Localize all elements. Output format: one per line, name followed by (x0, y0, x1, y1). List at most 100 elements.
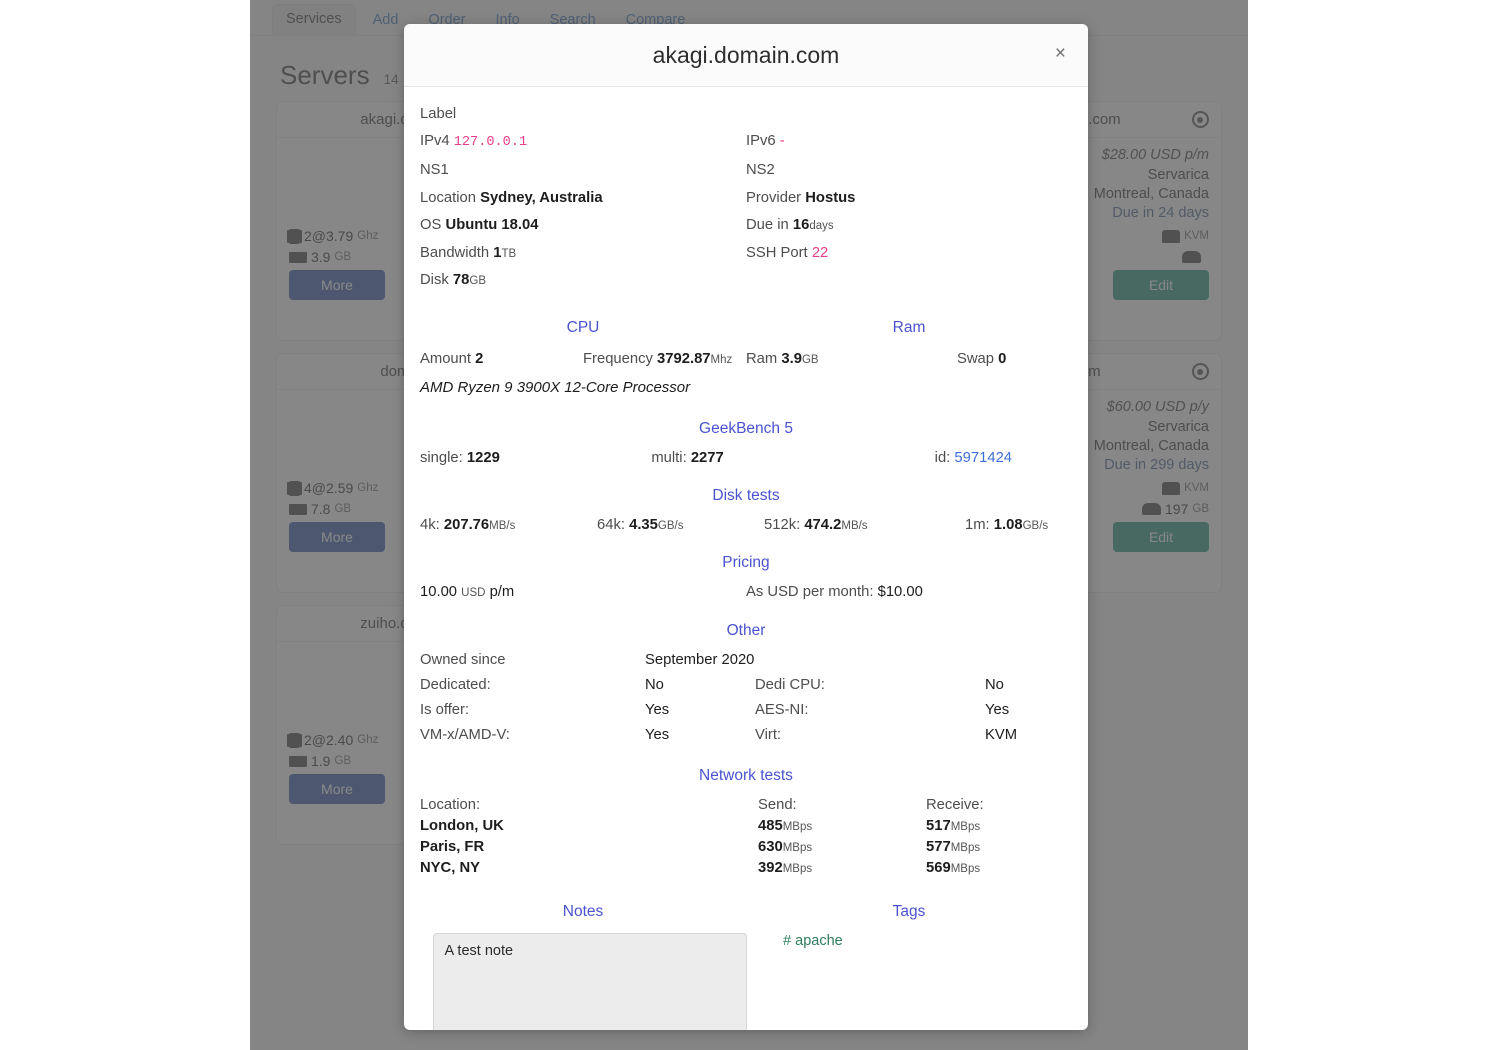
owned-since-label: Owned since (420, 651, 506, 668)
ns2-label: NS2 (746, 162, 775, 179)
pricing-usd-value: $10.00 (877, 583, 923, 600)
ram-size-label: Ram (746, 350, 778, 367)
tags-heading: Tags (892, 902, 926, 920)
network-location: London, UK (420, 817, 504, 834)
disk-test-64k: 64k: 4.35GB/s (583, 517, 746, 533)
vmx-row: VM-x/AMD-V: Yes Virt: KVM (420, 727, 1072, 743)
disk-test-512k: 512k: 474.2MB/s (746, 517, 909, 533)
notes-heading: Notes (562, 902, 604, 920)
geekbench-multi-label: multi: (651, 449, 687, 466)
ip-row: IPv4 127.0.0.1 IPv6 - (420, 132, 1072, 161)
other-heading: Other (726, 621, 766, 639)
swap-label: Swap (957, 350, 995, 367)
vmx-label: VM-x/AMD-V: (420, 726, 510, 743)
notes-textarea[interactable] (432, 932, 747, 1030)
dedi-cpu-value: No (985, 676, 1004, 693)
virt-label: Virt: (755, 726, 782, 743)
bandwidth-field: Bandwidth 1TB (420, 244, 746, 262)
pricing-usd-field: As USD per month: $10.00 (746, 584, 1072, 600)
is-offer-label: Is offer: (420, 701, 470, 718)
label-field: Label (420, 106, 457, 122)
is-offer-row: Is offer: Yes AES-NI: Yes (420, 702, 1072, 718)
disk-test-1m-unit: GB/s (1022, 519, 1049, 532)
network-col-receive: Receive: (926, 796, 984, 813)
disk-test-4k: 4k: 207.76MB/s (420, 517, 583, 533)
disk-test-1m: 1m: 1.08GB/s (909, 517, 1072, 533)
disk-test-512k-value: 474.2 (804, 516, 842, 533)
modal-body: Label IPv4 127.0.0.1 IPv6 - NS1 NS2 Loca… (404, 87, 1088, 1030)
pricing-currency: USD (461, 586, 486, 599)
pricing-native-field: 10.00 USD p/m (420, 584, 746, 600)
tag-item[interactable]: # apache (759, 933, 1072, 949)
network-tests-rows: London, UK 485MBps 517MBps Paris, FR 630MBps… (420, 818, 1072, 881)
geekbench-id-field: id: 5971424 (855, 450, 1072, 466)
os-due-row: OS Ubuntu 18.04 Due in 16days (420, 216, 1072, 243)
dedicated-row: Dedicated: No Dedi CPU: No (420, 677, 1072, 693)
disk-unit: GB (469, 275, 486, 288)
network-receive: 517MBps (926, 817, 981, 834)
modal-title: akagi.domain.com (652, 42, 840, 68)
network-tests-heading: Network tests (699, 766, 793, 784)
disk-test-1m-value: 1.08 (993, 516, 1023, 533)
disk-test-4k-value: 207.76 (443, 516, 490, 533)
swap-value: 0 (998, 350, 1007, 367)
cpu-amount-field: Amount 2 (420, 351, 583, 367)
disk-tests-values: 4k: 207.76MB/s 64k: 4.35GB/s 512k: 474.2… (420, 517, 1072, 533)
cpu-frequency-value: 3792.87 (657, 350, 711, 367)
hash-icon: # (783, 932, 792, 949)
network-tests-header: Location: Send: Receive: (420, 797, 1072, 818)
geekbench-single-field: single: 1229 (420, 450, 637, 466)
ram-heading: Ram (892, 318, 926, 336)
cpu-model: AMD Ryzen 9 3900X 12-Core Processor (420, 378, 691, 396)
owned-since-value: September 2020 (645, 651, 755, 668)
cpu-amount-value: 2 (475, 350, 484, 367)
network-location: NYC, NY (420, 859, 481, 876)
disk-field: Disk 78GB (420, 271, 746, 289)
disk-test-64k-value: 4.35 (629, 516, 658, 533)
geekbench-heading: GeekBench 5 (699, 419, 793, 437)
cpu-frequency-label: Frequency (583, 350, 653, 367)
network-test-row: Paris, FR 630MBps 577MBps (420, 839, 1072, 860)
close-icon[interactable]: × (1049, 40, 1072, 67)
swap-field: Swap 0 (909, 351, 1072, 367)
geekbench-values: single: 1229 multi: 2277 id: 5971424 (420, 450, 1072, 466)
disk-label: Disk (420, 272, 449, 289)
network-receive: 569MBps (926, 859, 981, 876)
ipv6-value: - (779, 133, 785, 150)
cpu-amount-label: Amount (420, 350, 471, 367)
disk-test-1m-label: 1m: (965, 516, 990, 533)
ipv6-label: IPv6 (746, 133, 776, 150)
provider-value: Hostus (805, 189, 856, 206)
cpu-ram-headings: CPU Ram (420, 319, 1072, 337)
disk-test-512k-unit: MB/s (841, 519, 868, 532)
tags-column: # apache (759, 933, 1072, 1030)
disk-test-4k-label: 4k: (420, 516, 440, 533)
ipv6-field: IPv6 - (746, 132, 1072, 150)
due-value: 16 (792, 217, 810, 234)
bandwidth-unit: TB (501, 247, 517, 260)
location-value: Sydney, Australia (480, 189, 603, 206)
location-label: Location (420, 189, 476, 206)
notes-tags-row: # apache (420, 932, 1072, 1030)
dedi-cpu-label: Dedi CPU: (755, 676, 825, 693)
ipv4-label: IPv4 (420, 133, 450, 150)
location-field: Location Sydney, Australia (420, 189, 746, 207)
network-receive: 577MBps (926, 838, 981, 855)
cpu-frequency-field: Frequency 3792.87Mhz (583, 351, 746, 367)
network-send: 392MBps (758, 859, 813, 876)
pricing-amount: 10.00 (420, 583, 458, 600)
bandwidth-label: Bandwidth (420, 244, 490, 261)
geekbench-id-label: id: (934, 449, 951, 466)
geekbench-multi-value: 2277 (690, 449, 724, 466)
disk-tests-heading: Disk tests (712, 486, 780, 504)
pricing-usd-label: As USD per month: (746, 583, 874, 600)
geekbench-id-link[interactable]: 5971424 (954, 450, 1012, 466)
os-field: OS Ubuntu 18.04 (420, 216, 746, 234)
owned-since-row: Owned since September 2020 (420, 652, 1072, 668)
ssh-port-value: 22 (811, 244, 829, 261)
ssh-port-field: SSH Port 22 (746, 244, 1072, 262)
dedicated-value: No (645, 676, 664, 693)
virt-value: KVM (985, 726, 1018, 743)
os-label: OS (420, 217, 442, 234)
disk-test-4k-unit: MB/s (489, 519, 516, 532)
